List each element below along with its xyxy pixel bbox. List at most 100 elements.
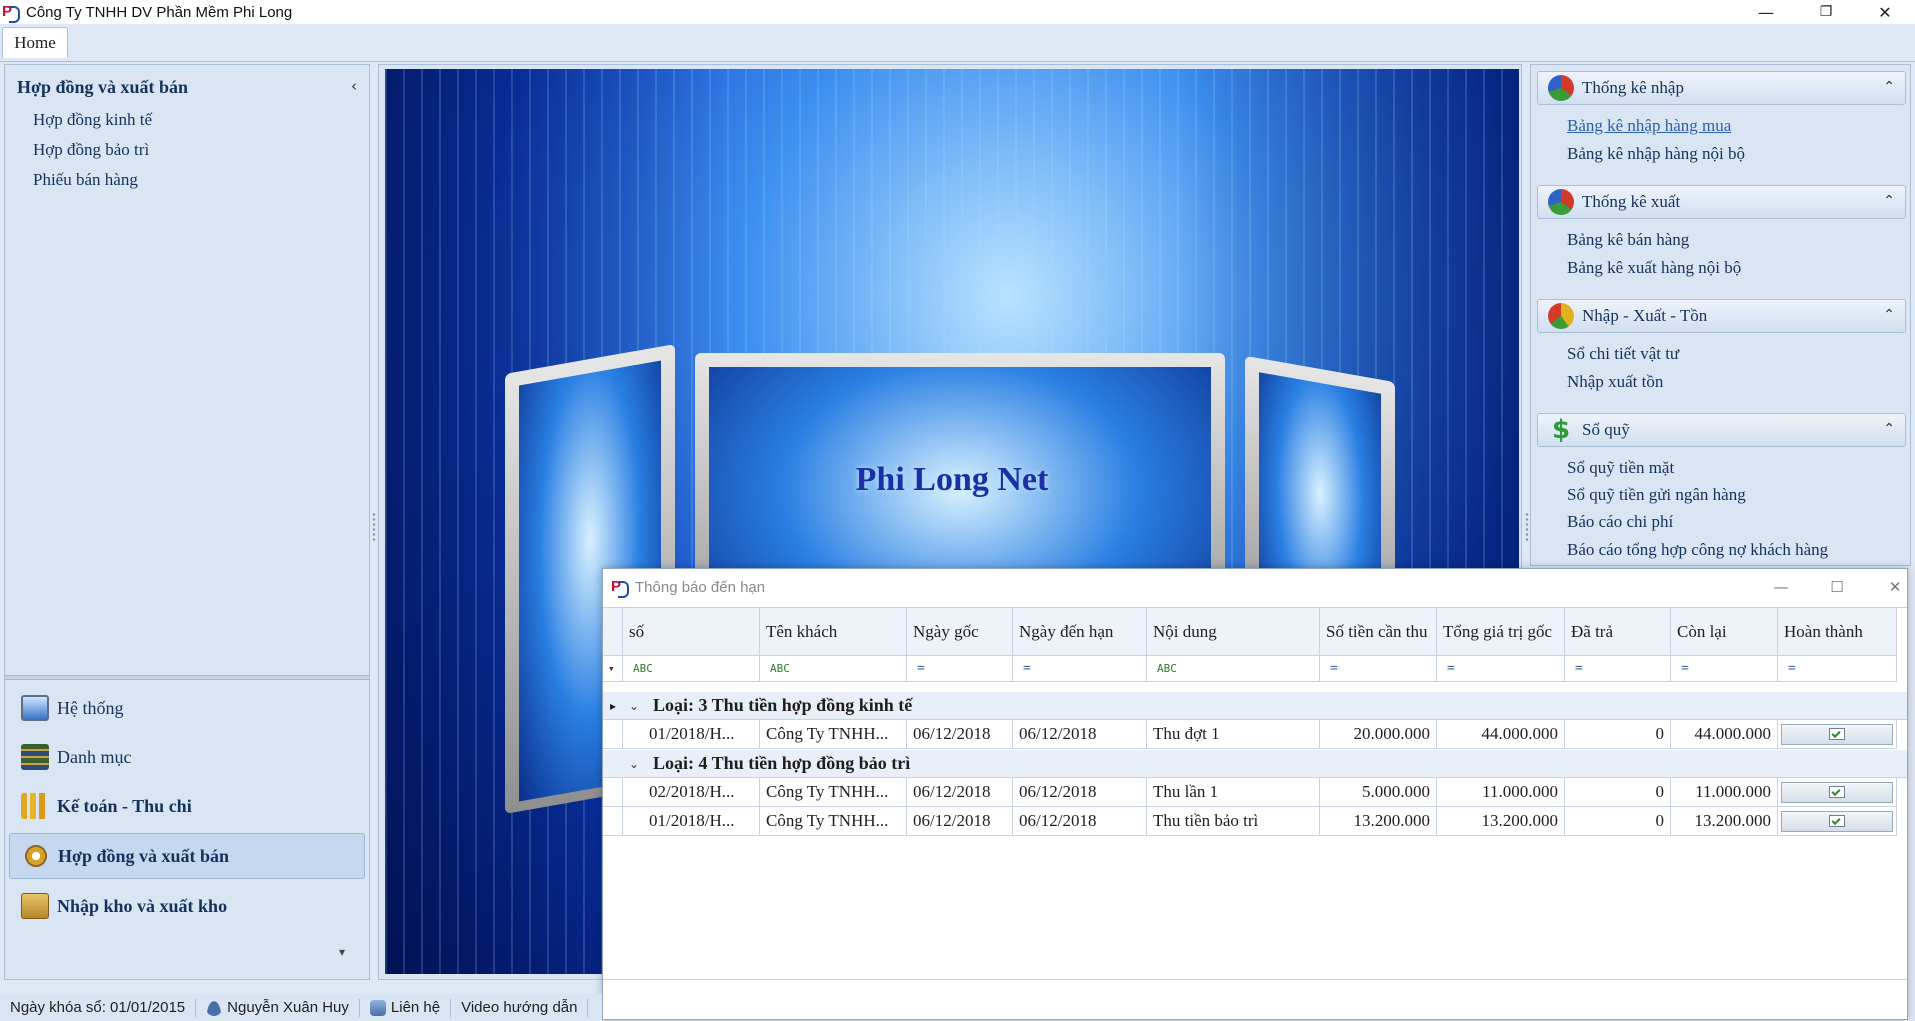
table-row[interactable]: 02/2018/H... Công Ty TNHH... 06/12/2018 … xyxy=(603,778,1907,807)
link-material-detail-ledger[interactable]: Sổ chi tiết vật tư xyxy=(1567,344,1679,364)
module-warehouse[interactable]: Nhập kho và xuất kho xyxy=(9,883,365,929)
column-header-customer[interactable]: Tên khách xyxy=(760,608,907,656)
filter-amount-due[interactable]: = xyxy=(1320,656,1437,682)
link-bank-deposit-book[interactable]: Sổ quỹ tiền gửi ngân hàng xyxy=(1567,485,1746,505)
link-import-export-stock[interactable]: Nhập xuất tồn xyxy=(1567,372,1663,392)
cell-due-date: 06/12/2018 xyxy=(1013,807,1147,836)
link-customer-debt-report[interactable]: Báo cáo tổng hợp công nợ khách hàng xyxy=(1567,540,1828,560)
filter-content[interactable]: ABC xyxy=(1147,656,1320,682)
filter-due-date[interactable]: = xyxy=(1013,656,1147,682)
cell-original-total: 44.000.000 xyxy=(1437,720,1565,749)
filter-number[interactable]: ABC xyxy=(623,656,760,682)
video-guide-link[interactable]: Video hướng dẫn xyxy=(451,998,589,1017)
due-grid: số Tên khách Ngày gốc Ngày đến hạn Nội d… xyxy=(603,607,1907,979)
column-header-original-date[interactable]: Ngày gốc xyxy=(907,608,1013,656)
group-expand-icon[interactable]: ⌄ xyxy=(623,699,643,713)
cell-remaining: 44.000.000 xyxy=(1671,720,1778,749)
chevron-up-icon[interactable]: ⌃ xyxy=(1883,193,1895,209)
group-import-stats-header[interactable]: Thống kê nhập ⌃ xyxy=(1537,71,1906,105)
cell-completed xyxy=(1778,778,1897,807)
current-user-status[interactable]: Nguyễn Xuân Huy xyxy=(196,998,360,1017)
restore-button[interactable]: ❐ xyxy=(1803,0,1849,24)
filter-original-date[interactable]: = xyxy=(907,656,1013,682)
computer-icon xyxy=(21,695,49,721)
dialog-titlebar[interactable]: P Thông báo đến hạn — ☐ ✕ xyxy=(603,569,1907,605)
chevron-up-icon[interactable]: ⌃ xyxy=(1883,421,1895,437)
group-title: Sổ quỹ xyxy=(1582,420,1630,439)
panel-divider[interactable] xyxy=(5,675,369,680)
filter-original-total[interactable]: = xyxy=(1437,656,1565,682)
user-icon xyxy=(206,999,223,1016)
warehouse-box-icon xyxy=(21,893,49,919)
column-header-original-total[interactable]: Tổng giá trị gốc xyxy=(1437,608,1565,656)
filter-completed[interactable]: = xyxy=(1778,656,1897,682)
collapse-panel-icon[interactable]: ‹ xyxy=(351,77,357,95)
cell-number: 01/2018/H... xyxy=(643,720,760,749)
module-label: Kế toán - Thu chi xyxy=(57,795,192,816)
complete-button[interactable] xyxy=(1781,723,1893,745)
nav-link-economic-contract[interactable]: Hợp đồng kinh tế xyxy=(33,110,152,130)
cell-content: Thu tiền bảo trì xyxy=(1147,807,1320,836)
due-notification-dialog: P Thông báo đến hạn — ☐ ✕ số Tên khách N… xyxy=(602,568,1908,1020)
link-internal-import-list[interactable]: Bảng kê nhập hàng nội bộ xyxy=(1567,144,1745,164)
contact-status[interactable]: Liên hệ xyxy=(360,998,452,1017)
cell-paid: 0 xyxy=(1565,807,1671,836)
module-contracts-sales[interactable]: Hợp đồng và xuất bán xyxy=(9,833,365,879)
group-export-stats-header[interactable]: Thống kê xuất ⌃ xyxy=(1537,185,1906,219)
filter-pin-icon[interactable]: ▾ xyxy=(603,656,623,682)
phone-icon xyxy=(369,999,386,1016)
module-accounting[interactable]: Kế toán - Thu chi xyxy=(9,783,365,829)
cell-original-date: 06/12/2018 xyxy=(907,720,1013,749)
tab-home[interactable]: Home xyxy=(2,27,68,58)
filter-customer[interactable]: ABC xyxy=(760,656,907,682)
cell-customer: Công Ty TNHH... xyxy=(760,720,907,749)
dialog-close-button[interactable]: ✕ xyxy=(1875,575,1915,599)
dialog-minimize-button[interactable]: — xyxy=(1761,575,1801,599)
minimize-button[interactable]: — xyxy=(1743,0,1789,24)
close-button[interactable]: ✕ xyxy=(1862,0,1908,24)
group-expand-icon[interactable]: ⌄ xyxy=(623,757,643,771)
column-header-remaining[interactable]: Còn lại xyxy=(1671,608,1778,656)
module-catalog[interactable]: Danh mục xyxy=(9,734,365,780)
link-purchase-import-list[interactable]: Bảng kê nhập hàng mua xyxy=(1567,116,1731,136)
dialog-maximize-button[interactable]: ☐ xyxy=(1817,575,1857,599)
dollar-icon: $ xyxy=(1551,415,1571,445)
link-expense-report[interactable]: Báo cáo chi phí xyxy=(1567,512,1673,532)
group-row-economic-contract[interactable]: ▸ ⌄ Loại: 3 Thu tiền hợp đồng kinh tế xyxy=(603,692,1907,720)
column-header-content[interactable]: Nội dung xyxy=(1147,608,1320,656)
brand-text: Phi Long Net xyxy=(855,461,1049,498)
module-system[interactable]: Hệ thống xyxy=(9,685,365,731)
cell-customer: Công Ty TNHH... xyxy=(760,778,907,807)
chevron-up-icon[interactable]: ⌃ xyxy=(1883,307,1895,323)
left-splitter-handle[interactable] xyxy=(371,512,377,542)
nav-link-sales-slip[interactable]: Phiếu bán hàng xyxy=(33,170,138,190)
cell-original-total: 13.200.000 xyxy=(1437,807,1565,836)
nav-link-maintenance-contract[interactable]: Hợp đồng bảo trì xyxy=(33,140,149,160)
link-internal-export-list[interactable]: Bảng kê xuất hàng nội bộ xyxy=(1567,258,1741,278)
checklist-icon xyxy=(1829,815,1845,827)
table-row[interactable]: 01/2018/H... Công Ty TNHH... 06/12/2018 … xyxy=(603,720,1907,749)
complete-button[interactable] xyxy=(1781,781,1893,803)
table-row[interactable]: 01/2018/H... Công Ty TNHH... 06/12/2018 … xyxy=(603,807,1907,836)
filter-paid[interactable]: = xyxy=(1565,656,1671,682)
module-label: Danh mục xyxy=(57,746,132,767)
cell-customer: Công Ty TNHH... xyxy=(760,807,907,836)
chevron-up-icon[interactable]: ⌃ xyxy=(1883,79,1895,95)
group-label: Loại: 4 Thu tiền hợp đồng bảo trì xyxy=(653,753,911,773)
column-header-number[interactable]: số xyxy=(623,608,760,656)
complete-button[interactable] xyxy=(1781,810,1893,832)
cell-paid: 0 xyxy=(1565,720,1671,749)
column-header-paid[interactable]: Đã trả xyxy=(1565,608,1671,656)
column-header-due-date[interactable]: Ngày đến hạn xyxy=(1013,608,1147,656)
filter-remaining[interactable]: = xyxy=(1671,656,1778,682)
link-sales-list[interactable]: Bảng kê bán hàng xyxy=(1567,230,1689,250)
group-cash-book-header[interactable]: $ Sổ quỹ ⌃ xyxy=(1537,413,1906,447)
cell-content: Thu lần 1 xyxy=(1147,778,1320,807)
group-inventory-header[interactable]: Nhập - Xuất - Tồn ⌃ xyxy=(1537,299,1906,333)
window-title: Công Ty TNHH DV Phần Mềm Phi Long xyxy=(26,3,293,21)
link-cash-book[interactable]: Sổ quỹ tiền mặt xyxy=(1567,458,1674,478)
group-row-maintenance-contract[interactable]: ⌄ Loại: 4 Thu tiền hợp đồng bảo trì xyxy=(603,750,1907,778)
column-header-completed[interactable]: Hoàn thành xyxy=(1778,608,1897,656)
module-scroll-down-icon[interactable]: ▾ xyxy=(339,945,345,959)
column-header-amount-due[interactable]: Số tiền cần thu xyxy=(1320,608,1437,656)
